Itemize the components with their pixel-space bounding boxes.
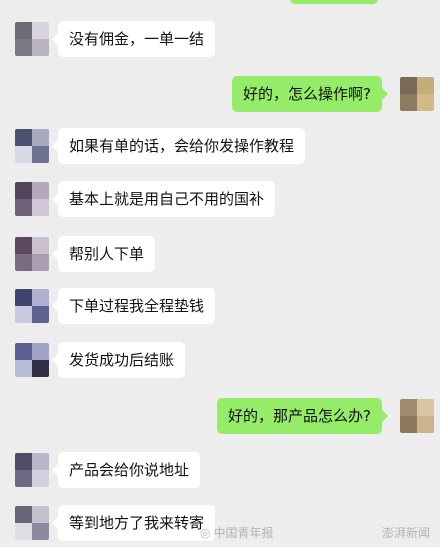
avatar-pixel (15, 523, 32, 540)
incoming-message-bubble[interactable]: 等到地方了我来转寄 (51, 505, 216, 541)
avatar-pixel (32, 470, 49, 487)
incoming-message-bubble[interactable]: 没有佣金，一单一结 (51, 21, 216, 57)
avatar[interactable] (400, 77, 434, 111)
avatar-pixel (32, 199, 49, 216)
avatar[interactable] (15, 343, 49, 377)
avatar-pixel (15, 199, 32, 216)
avatar[interactable] (15, 182, 49, 216)
previous-message-bubble-fragment (290, 0, 378, 4)
avatar-pixel (15, 39, 32, 56)
avatar-pixel (15, 22, 32, 39)
avatar-pixel (32, 306, 49, 323)
message-row: 发货成功后结账 (0, 341, 440, 381)
message-row: 好的，怎么操作啊? (0, 75, 440, 115)
avatar-pixel (15, 360, 32, 377)
avatar-pixel (32, 453, 49, 470)
avatar-pixel (400, 94, 417, 111)
message-row: 帮别人下单 (0, 235, 440, 275)
avatar-pixel (417, 399, 434, 416)
avatar-pixel (15, 129, 32, 146)
avatar-pixel (15, 343, 32, 360)
incoming-message-bubble[interactable]: 帮别人下单 (51, 236, 156, 272)
message-row: 产品会给你说地址 (0, 451, 440, 491)
avatar-pixel (15, 506, 32, 523)
avatar-pixel (32, 523, 49, 540)
avatar-pixel (32, 22, 49, 39)
incoming-message-bubble[interactable]: 基本上就是用自己不用的国补 (51, 181, 276, 217)
incoming-message-bubble[interactable]: 如果有单的话，会给你发操作教程 (51, 128, 306, 164)
avatar-pixel (417, 94, 434, 111)
avatar-pixel (32, 289, 49, 306)
avatar-pixel (15, 289, 32, 306)
avatar-pixel (400, 77, 417, 94)
outgoing-message-bubble[interactable]: 好的，那产品怎么办? (217, 398, 388, 434)
watermark-right-text: 澎湃新闻 (381, 526, 430, 540)
avatar-pixel (32, 129, 49, 146)
avatar-pixel (32, 182, 49, 199)
avatar-pixel (15, 470, 32, 487)
message-row: 基本上就是用自己不用的国补 (0, 180, 440, 220)
avatar-pixel (32, 360, 49, 377)
message-row: 如果有单的话，会给你发操作教程 (0, 127, 440, 167)
avatar-pixel (32, 343, 49, 360)
avatar-pixel (400, 416, 417, 433)
avatar[interactable] (15, 237, 49, 271)
watermark-left-text: 中国青年报 (213, 526, 274, 540)
incoming-message-bubble[interactable]: 产品会给你说地址 (51, 452, 201, 488)
watermark-left: ◎ 中国青年报 (200, 524, 274, 541)
avatar-pixel (417, 77, 434, 94)
avatar-pixel (32, 254, 49, 271)
message-row: 好的，那产品怎么办? (0, 397, 440, 437)
avatar[interactable] (15, 506, 49, 540)
avatar-pixel (32, 506, 49, 523)
avatar-pixel (400, 399, 417, 416)
chat-area: 没有佣金，一单一结 好的，怎么操作啊? 如果有单的话，会给你发操作教程 基本上就是用自… (0, 0, 440, 547)
avatar-pixel (15, 237, 32, 254)
outgoing-message-bubble[interactable]: 好的，怎么操作啊? (232, 76, 388, 112)
avatar-pixel (32, 237, 49, 254)
avatar[interactable] (15, 289, 49, 323)
avatar-pixel (15, 146, 32, 163)
avatar[interactable] (400, 399, 434, 433)
incoming-message-bubble[interactable]: 下单过程我全程垫钱 (51, 288, 216, 324)
watermark-right: 澎湃新闻 (382, 524, 430, 541)
incoming-message-bubble[interactable]: 发货成功后结账 (51, 342, 186, 378)
avatar-pixel (15, 453, 32, 470)
weibo-icon: ◎ (200, 526, 211, 540)
message-row: 下单过程我全程垫钱 (0, 287, 440, 327)
avatar-pixel (32, 146, 49, 163)
avatar[interactable] (15, 22, 49, 56)
avatar-pixel (15, 182, 32, 199)
avatar-pixel (15, 254, 32, 271)
avatar-pixel (32, 39, 49, 56)
avatar-pixel (15, 306, 32, 323)
avatar[interactable] (15, 453, 49, 487)
avatar[interactable] (15, 129, 49, 163)
message-row: 没有佣金，一单一结 (0, 20, 440, 60)
avatar-pixel (417, 416, 434, 433)
